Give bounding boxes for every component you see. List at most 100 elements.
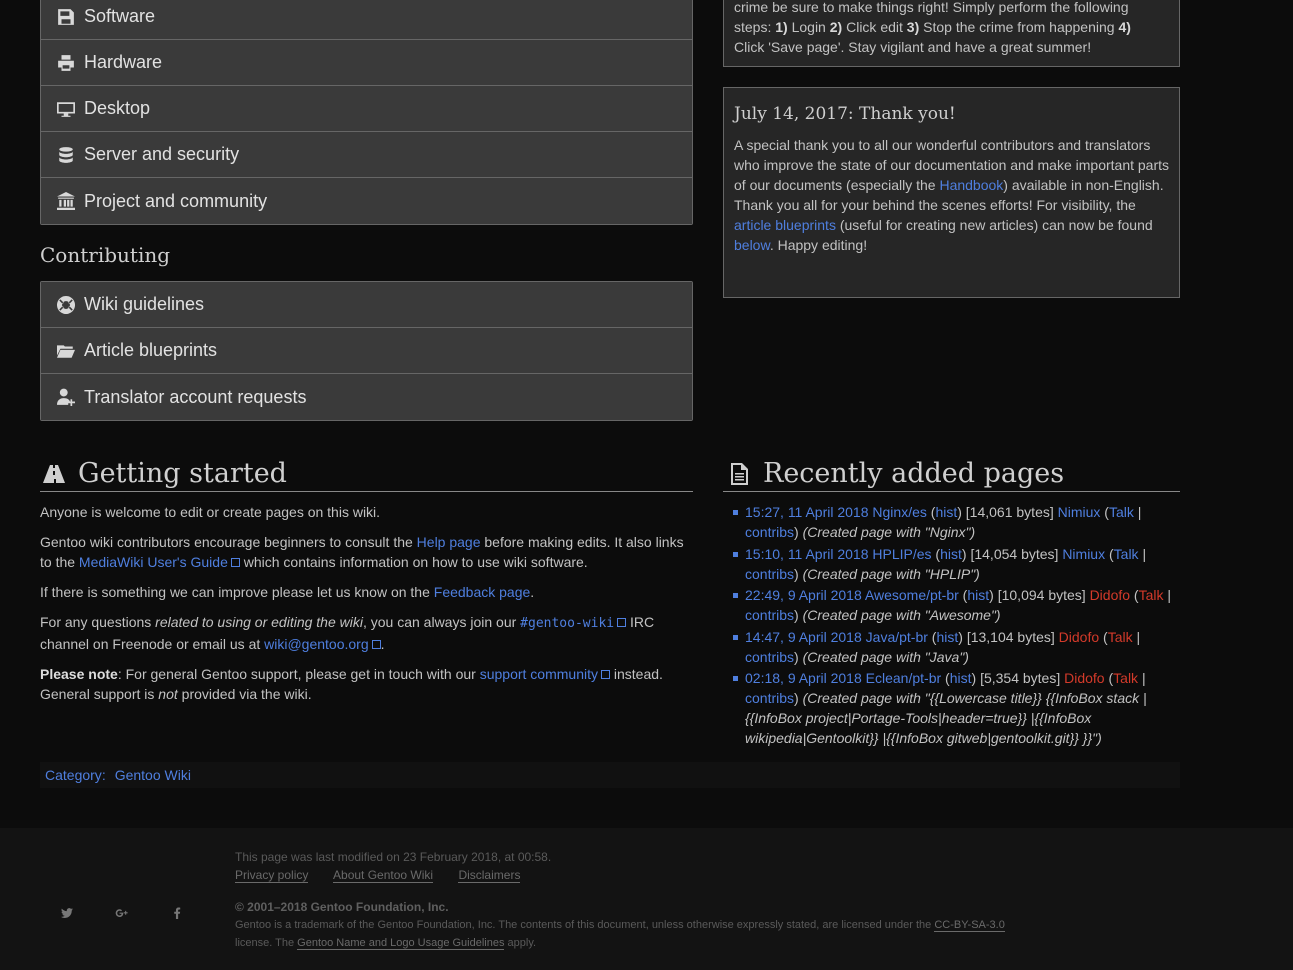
nav-item-software[interactable]: Software (41, 0, 692, 40)
cc-license-link[interactable]: CC-BY-SA-3.0 (934, 919, 1005, 932)
footer: This page was last modified on 23 Februa… (0, 828, 1293, 970)
mediawiki-guide-link[interactable]: MediaWiki User's Guide (79, 554, 240, 570)
folder-open-icon (57, 344, 75, 358)
desktop-icon (57, 101, 75, 117)
nav-item-wiki-guidelines[interactable]: Wiki guidelines (41, 282, 692, 328)
google-plus-icon[interactable] (115, 907, 129, 922)
external-link-icon (617, 618, 627, 627)
page-size: [13,104 bytes] (966, 628, 1055, 645)
recent-page-item: 15:27, 11 April 2018 Nginx/es (hist) [14… (733, 502, 1178, 542)
contribs-link[interactable]: contribs (745, 607, 794, 623)
nav-item-desktop[interactable]: Desktop (41, 86, 692, 132)
user-link[interactable]: Didofo (1059, 629, 1099, 645)
recent-page-link[interactable]: 02:18, 9 April 2018 Eclean/pt-br (745, 670, 941, 686)
below-link[interactable]: below (734, 237, 770, 253)
nav-item-label: Article blueprints (84, 340, 218, 360)
paragraph: If there is something we can improve ple… (40, 584, 535, 600)
recent-page-item: 14:47, 9 April 2018 Java/pt-br (hist) [1… (733, 627, 1178, 667)
talk-link[interactable]: Talk (1108, 629, 1133, 645)
last-modified: This page was last modified on 23 Februa… (235, 850, 552, 864)
save-icon (58, 8, 74, 25)
edit-summary: (Created page with "Nginx") (802, 524, 976, 540)
disclaimers-link[interactable]: Disclaimers (458, 868, 521, 883)
nav-item-project-community[interactable]: Project and community (41, 178, 692, 224)
recent-pages-list: 15:27, 11 April 2018 Nginx/es (hist) [14… (733, 502, 1178, 750)
recent-page-link[interactable]: 15:27, 11 April 2018 Nginx/es (745, 504, 927, 520)
feedback-page-link[interactable]: Feedback page (434, 584, 531, 600)
user-link[interactable]: Nimiux (1058, 504, 1101, 520)
talk-link[interactable]: Talk (1109, 504, 1134, 520)
edit-summary: (Created page with "Java") (802, 648, 969, 665)
page-size: [5,354 bytes] (980, 670, 1061, 686)
contribs-link[interactable]: contribs (745, 524, 794, 540)
recent-page-link[interactable]: 22:49, 9 April 2018 Awesome/pt-br (745, 587, 959, 603)
news-text: crime be sure to make things right! Simp… (734, 0, 1131, 55)
email-link[interactable]: wiki@gentoo.org (264, 636, 381, 652)
hist-link[interactable]: hist (950, 670, 972, 686)
twitter-icon[interactable] (61, 907, 73, 922)
hist-link[interactable]: hist (936, 629, 958, 645)
nav-item-hardware[interactable]: Hardware (41, 40, 692, 86)
recent-page-link[interactable]: 14:47, 9 April 2018 Java/pt-br (745, 629, 928, 645)
irc-channel-link[interactable]: #gentoo-wiki (520, 614, 627, 631)
talk-link[interactable]: Talk (1139, 587, 1164, 603)
user-link[interactable]: Nimiux (1062, 546, 1105, 562)
footer-links: Privacy policy About Gentoo Wiki Disclai… (235, 866, 1135, 884)
getting-started-heading: Getting started (40, 456, 693, 492)
file-text-icon (731, 462, 748, 485)
support-community-link[interactable]: support community (480, 666, 610, 682)
nav-item-label: Server and security (84, 144, 240, 164)
page-size: [10,094 bytes] (997, 587, 1086, 603)
contribs-link[interactable]: contribs (745, 566, 794, 582)
nav-item-label: Hardware (84, 52, 163, 72)
edit-summary: (Created page with "HPLIP") (802, 565, 980, 582)
category-label-link[interactable]: Category (45, 767, 102, 783)
page-size: [14,054 bytes] (970, 545, 1059, 562)
user-link[interactable]: Didofo (1090, 587, 1130, 603)
getting-started-body: Anyone is welcome to edit or create page… (40, 502, 693, 714)
help-page-link[interactable]: Help page (417, 534, 481, 550)
news-title: July 14, 2017: Thank you! (734, 104, 956, 124)
logo-guidelines-link[interactable]: Gentoo Name and Logo Usage Guidelines (297, 937, 505, 950)
facebook-icon[interactable] (173, 907, 181, 922)
contributing-nav-list: Wiki guidelines Article blueprints Trans… (40, 281, 693, 421)
hist-link[interactable]: hist (940, 546, 962, 562)
contribs-link[interactable]: contribs (745, 690, 794, 706)
nav-item-translator-requests[interactable]: Translator account requests (41, 374, 692, 420)
news-box-thank-you: July 14, 2017: Thank you! A special than… (723, 87, 1180, 298)
edit-summary: (Created page with "Awesome") (802, 607, 1001, 623)
mail-icon (371, 640, 381, 649)
nav-item-server-security[interactable]: Server and security (41, 132, 692, 178)
external-link-icon (230, 558, 240, 567)
user-plus-icon (57, 388, 75, 406)
paragraph: Anyone is welcome to edit or create page… (40, 504, 381, 520)
recent-page-item: 02:18, 9 April 2018 Eclean/pt-br (hist) … (733, 668, 1178, 748)
contribs-link[interactable]: contribs (745, 649, 794, 665)
page-size: [14,061 bytes] (965, 504, 1054, 520)
printer-icon (58, 54, 74, 71)
category-bar: Category: Gentoo Wiki (40, 762, 1180, 788)
recent-page-link[interactable]: 15:10, 11 April 2018 HPLIP/es (745, 546, 932, 562)
paragraph: For any questions related to using or ed… (40, 614, 655, 652)
nav-item-label: Translator account requests (84, 386, 307, 407)
nav-item-label: Project and community (84, 190, 268, 211)
category-gentoo-wiki-link[interactable]: Gentoo Wiki (115, 767, 191, 783)
handbook-link[interactable]: Handbook (939, 177, 1003, 193)
user-link[interactable]: Didofo (1064, 670, 1104, 686)
about-link[interactable]: About Gentoo Wiki (333, 868, 434, 883)
news-box-summer: crime be sure to make things right! Simp… (723, 0, 1180, 67)
contributing-heading: Contributing (40, 243, 171, 267)
hist-link[interactable]: hist (967, 587, 989, 603)
nav-item-label: Desktop (84, 98, 151, 118)
recently-added-heading: Recently added pages (723, 456, 1180, 492)
recent-page-item: 15:10, 11 April 2018 HPLIP/es (hist) [14… (733, 544, 1178, 584)
privacy-policy-link[interactable]: Privacy policy (235, 868, 309, 883)
recent-page-item: 22:49, 9 April 2018 Awesome/pt-br (hist)… (733, 585, 1178, 625)
talk-link[interactable]: Talk (1113, 670, 1138, 686)
talk-link[interactable]: Talk (1114, 546, 1139, 562)
edit-summary: (Created page with "{{Lowercase title}} … (745, 690, 1147, 746)
article-blueprints-link[interactable]: article blueprints (734, 217, 836, 233)
road-icon (43, 464, 65, 483)
nav-item-article-blueprints[interactable]: Article blueprints (41, 328, 692, 374)
hist-link[interactable]: hist (935, 504, 957, 520)
